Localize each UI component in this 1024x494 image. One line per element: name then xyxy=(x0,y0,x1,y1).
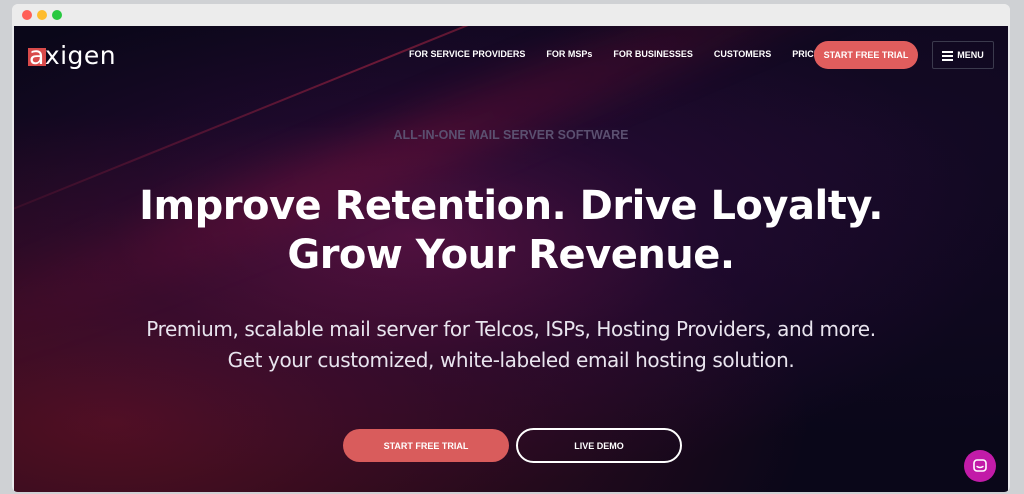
nav-link-msps[interactable]: FOR MSPs xyxy=(546,49,592,59)
nav-link-service-providers[interactable]: FOR SERVICE PROVIDERS xyxy=(409,49,525,59)
main-navigation: FOR SERVICE PROVIDERS FOR MSPs FOR BUSIN… xyxy=(409,49,851,59)
close-window-icon[interactable] xyxy=(22,10,32,20)
subtext-line-2: Get your customized, white-labeled email… xyxy=(227,348,795,372)
nav-link-businesses[interactable]: FOR BUSINESSES xyxy=(613,49,693,59)
hero-start-trial-button[interactable]: START FREE TRIAL xyxy=(343,429,509,462)
hero-subtext: Premium, scalable mail server for Telcos… xyxy=(14,314,1008,376)
menu-button[interactable]: MENU xyxy=(932,41,994,69)
maximize-window-icon[interactable] xyxy=(52,10,62,20)
subtext-line-1: Premium, scalable mail server for Telcos… xyxy=(146,317,876,341)
hero-eyebrow: ALL-IN-ONE MAIL SERVER SOFTWARE xyxy=(393,128,629,142)
headline-line-1: Improve Retention. Drive Loyalty. xyxy=(139,183,883,229)
chat-launcher-button[interactable] xyxy=(964,450,996,482)
minimize-window-icon[interactable] xyxy=(37,10,47,20)
nav-link-customers[interactable]: CUSTOMERS xyxy=(714,49,771,59)
brand-name: axigen xyxy=(29,40,117,70)
brand-logo[interactable]: axigen xyxy=(28,40,116,70)
chat-icon xyxy=(973,459,987,472)
hero-headline: Improve Retention. Drive Loyalty. Grow Y… xyxy=(14,182,1008,280)
header-start-trial-button[interactable]: START FREE TRIAL xyxy=(814,41,918,69)
page-viewport: axigen FOR SERVICE PROVIDERS FOR MSPs FO… xyxy=(14,26,1008,492)
window-titlebar xyxy=(12,4,1010,26)
headline-line-2: Grow Your Revenue. xyxy=(287,232,735,278)
browser-window: axigen FOR SERVICE PROVIDERS FOR MSPs FO… xyxy=(12,4,1010,492)
live-demo-button[interactable]: LIVE DEMO xyxy=(516,428,682,463)
menu-label: MENU xyxy=(957,50,984,60)
hamburger-icon xyxy=(942,50,954,61)
